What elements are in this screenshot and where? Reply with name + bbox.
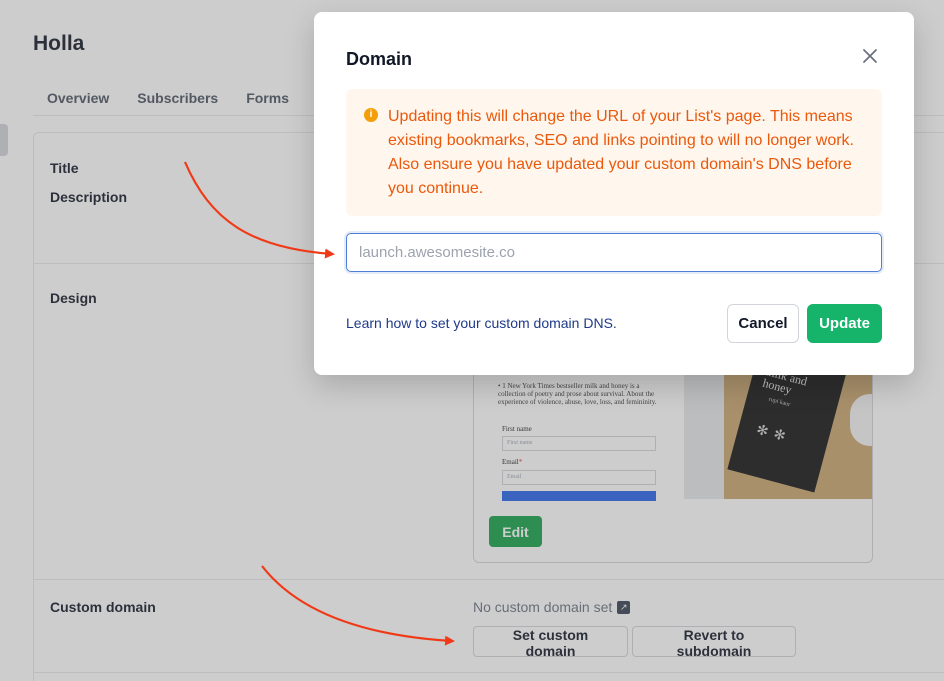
learn-link-period: . — [612, 315, 617, 331]
learn-dns-link[interactable]: Learn how to set your custom domain DNS — [346, 315, 613, 331]
warning-alert: i Updating this will change the URL of y… — [346, 89, 882, 216]
update-button[interactable]: Update — [807, 304, 882, 343]
close-icon — [863, 49, 877, 63]
domain-input[interactable] — [346, 233, 882, 272]
cancel-button[interactable]: Cancel — [727, 304, 799, 343]
learn-dns-link-wrapper: Learn how to set your custom domain DNS. — [346, 315, 617, 331]
domain-modal: Domain i Updating this will change the U… — [314, 12, 914, 375]
info-icon: i — [364, 108, 378, 122]
warning-text: Updating this will change the URL of you… — [388, 108, 854, 197]
modal-title: Domain — [346, 49, 413, 69]
close-button[interactable] — [860, 46, 880, 66]
